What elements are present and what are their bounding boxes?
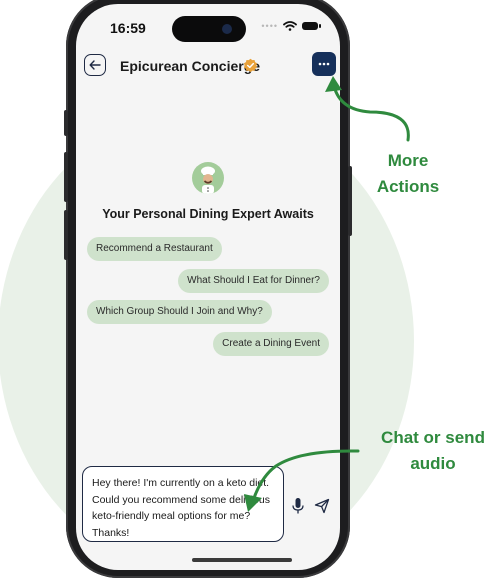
chat-arrowhead: [244, 494, 262, 512]
chat-annotation: Chat or send audio: [372, 425, 494, 477]
more-actions-annotation: More Actions: [364, 148, 452, 200]
annotation-line: Actions: [376, 177, 440, 196]
annotation-line: audio: [410, 454, 456, 473]
chat-arrow: [252, 449, 360, 500]
annotation-line: Chat or send: [381, 428, 485, 447]
more-actions-arrowhead: [325, 76, 342, 92]
more-actions-arrow: [332, 84, 410, 142]
annotation-arrows: [244, 76, 410, 512]
annotation-line: More: [387, 151, 429, 170]
